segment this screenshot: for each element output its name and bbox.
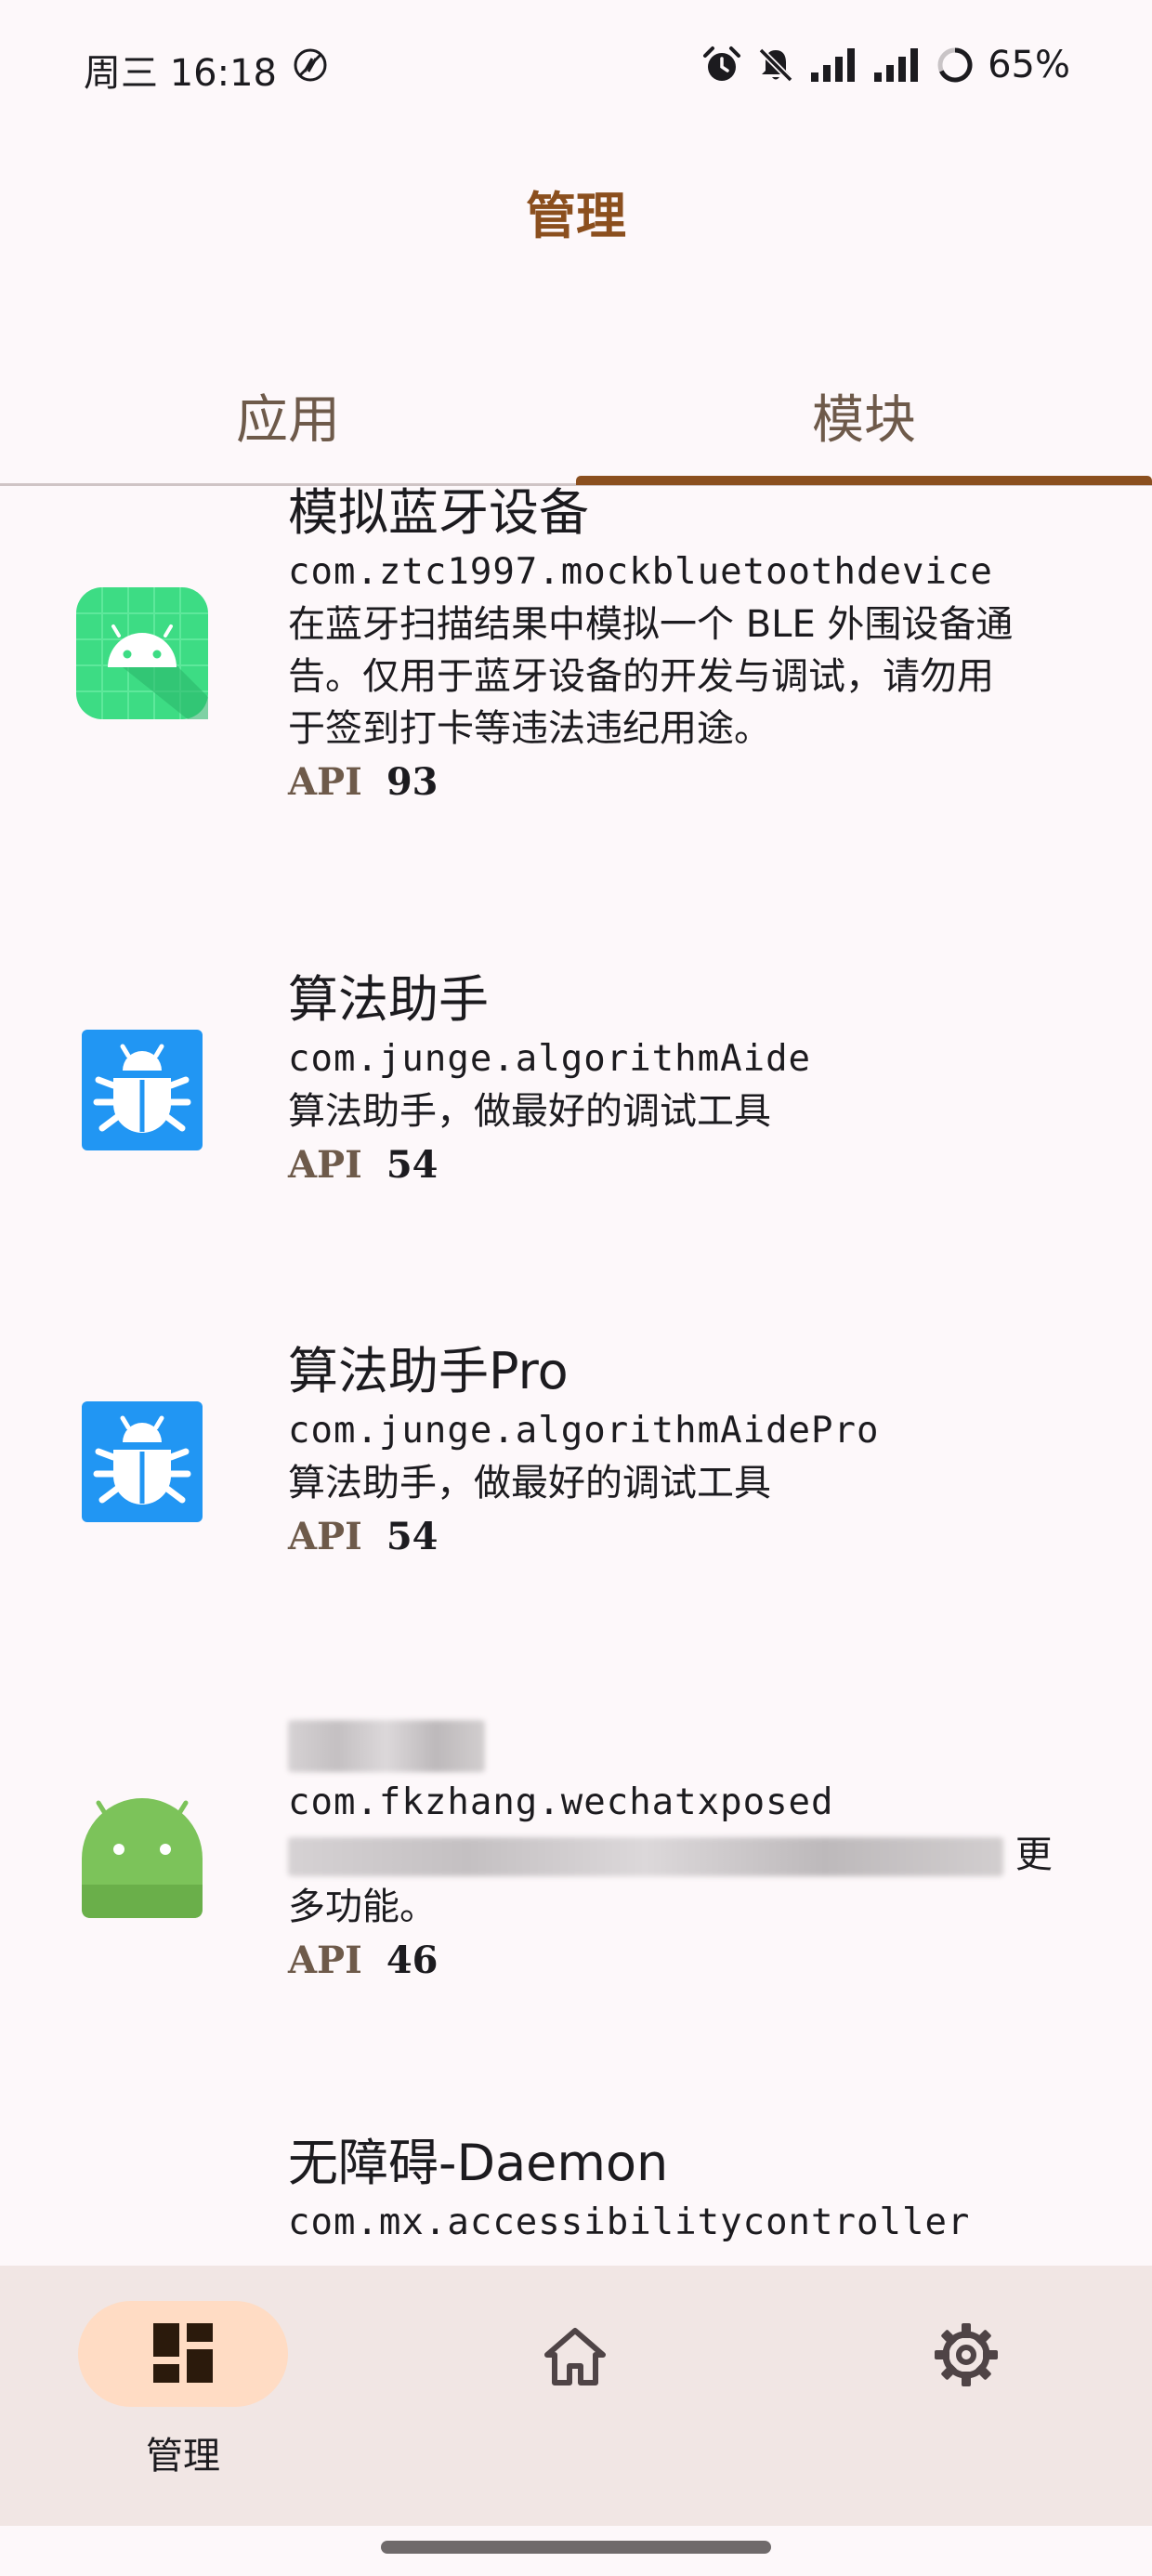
api-label: API — [288, 760, 362, 804]
api-label: API — [288, 1939, 362, 1982]
api-value: 54 — [386, 1515, 439, 1558]
alarm-icon — [703, 46, 741, 81]
description-line: 多功能。 — [288, 1886, 437, 1928]
page-title: 管理 — [526, 187, 626, 245]
status-icons: 65% — [701, 41, 1070, 89]
blurred-description — [288, 1837, 1003, 1876]
module-name: 无障碍-Daemon — [288, 2134, 669, 2192]
bell-off-icon — [758, 47, 793, 83]
nav-item-manage[interactable]: 管理 — [0, 2266, 385, 2526]
module-package: com.junge.algorithmAidePro — [288, 1410, 880, 1452]
api-value: 54 — [386, 1143, 439, 1187]
module-description: 更 多功能。 — [288, 1829, 1087, 1933]
api-value: 46 — [386, 1939, 439, 1982]
nfc-off-icon — [294, 48, 327, 82]
module-name: 模拟蓝牙设备 — [288, 487, 589, 542]
blurred-name — [288, 1720, 485, 1773]
description-line: 算法助手，做最好的调试工具 — [288, 1462, 771, 1505]
module-item-wechatxposed[interactable]: com.fkzhang.wechatxposed 更 多功能。 API 46 — [0, 1676, 1152, 2095]
home-icon — [544, 2328, 606, 2385]
module-package: com.junge.algorithmAide — [288, 1038, 812, 1080]
module-name: 算法助手Pro — [288, 1342, 569, 1400]
description-line: 更 — [288, 1829, 1087, 1881]
module-description: 在蓝牙扫描结果中模拟一个 BLE 外围设备通 告。仅用于蓝牙设备的开发与调试，请… — [288, 598, 1087, 755]
module-item-accessibility-daemon[interactable]: 无障碍-Daemon com.mx.accessibilitycontrolle… — [0, 2095, 1152, 2266]
module-item-algorithmaide[interactable]: 算法助手 com.junge.algorithmAide 算法助手，做最好的调试… — [0, 933, 1152, 1305]
module-api: API 46 — [288, 1933, 1087, 1989]
status-bar: 周三 16:18 65% — [0, 0, 1152, 138]
signal-icon — [874, 48, 919, 82]
android-default-icon — [82, 1798, 203, 1918]
description-line: 于签到打卡等违法违纪用途。 — [288, 707, 771, 750]
module-description: 算法助手，做最好的调试工具 — [288, 1457, 1087, 1509]
module-description: 算法助手，做最好的调试工具 — [288, 1085, 1087, 1137]
api-label: API — [288, 1143, 362, 1187]
status-time: 周三 16:18 — [84, 52, 277, 95]
tab-modules[interactable]: 模块 — [576, 344, 1152, 487]
api-value: 93 — [386, 760, 439, 804]
module-package: com.fkzhang.wechatxposed — [288, 1781, 834, 1823]
nav-label-manage: 管理 — [146, 2435, 220, 2477]
module-package: com.mx.accessibilitycontroller — [288, 2201, 971, 2243]
battery-percent: 65% — [988, 44, 1070, 86]
tab-bar: 应用 模块 — [0, 344, 1152, 487]
signal-icon — [811, 48, 856, 82]
dashboard-icon — [153, 2323, 213, 2383]
description-line: 告。仅用于蓝牙设备的开发与调试，请勿用 — [288, 655, 994, 698]
module-api: API 54 — [288, 1137, 1087, 1193]
module-list[interactable]: 模拟蓝牙设备 com.ztc1997.mockbluetoothdevice 在… — [0, 487, 1152, 2266]
module-api: API 93 — [288, 755, 1087, 810]
nav-item-settings[interactable] — [767, 2266, 1152, 2526]
bug-blue-icon — [82, 1030, 203, 1150]
android-green-grid-icon — [76, 587, 208, 719]
description-line: 算法助手，做最好的调试工具 — [288, 1090, 771, 1133]
battery-icon — [937, 47, 973, 83]
module-api: API 54 — [288, 1509, 1087, 1565]
module-item-mockbluetooth[interactable]: 模拟蓝牙设备 com.ztc1997.mockbluetoothdevice 在… — [0, 487, 1152, 926]
bug-blue-icon — [82, 1401, 203, 1522]
gesture-handle[interactable] — [381, 2541, 771, 2554]
tab-indicator — [576, 476, 1152, 485]
module-package: com.ztc1997.mockbluetoothdevice — [288, 551, 993, 593]
description-line: 在蓝牙扫描结果中模拟一个 BLE 外围设备通 — [288, 603, 1014, 646]
lsposed-manager-screen: 周三 16:18 65% 管理 应用 模块 模拟蓝牙设备 com.ztc1997… — [0, 0, 1152, 2576]
bottom-navigation: 管理 — [0, 2266, 1152, 2526]
nav-item-home[interactable] — [384, 2266, 768, 2526]
module-item-algorithmaidepro[interactable]: 算法助手Pro com.junge.algorithmAidePro 算法助手，… — [0, 1305, 1152, 1676]
module-name — [288, 1710, 1087, 1777]
tab-apps[interactable]: 应用 — [0, 344, 576, 487]
module-name: 算法助手 — [288, 970, 489, 1029]
api-label: API — [288, 1515, 362, 1558]
gear-icon — [935, 2323, 998, 2386]
